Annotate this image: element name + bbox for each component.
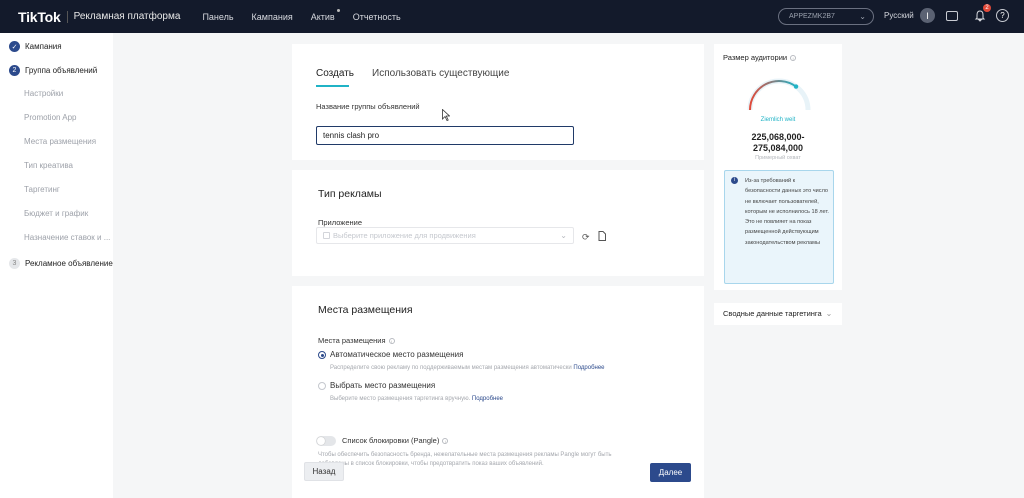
nav-dot-icon bbox=[336, 8, 340, 12]
nav-dashboard[interactable]: Панель bbox=[202, 12, 233, 22]
audience-info-text: Из-за требований к безопасности данных э… bbox=[745, 178, 829, 246]
audience-range: 225,068,000- 275,084,000 bbox=[714, 132, 842, 154]
mail-icon[interactable] bbox=[946, 11, 958, 21]
ad-type-title: Тип рекламы bbox=[318, 188, 382, 200]
sidebar-item-settings[interactable]: Настройки bbox=[24, 89, 63, 98]
account-id: APPEZMK2B7 bbox=[789, 13, 835, 20]
mouse-cursor-icon bbox=[442, 108, 451, 124]
step-number-icon: 2 bbox=[9, 65, 20, 76]
audience-range-max: 275,084,000 bbox=[752, 143, 804, 153]
placements-label-text: Места размещения bbox=[318, 336, 386, 345]
chevron-down-icon: ⌄ bbox=[859, 12, 866, 21]
targeting-summary-label: Сводные данные таргетинга bbox=[723, 309, 822, 318]
targeting-summary-toggle[interactable]: Сводные данные таргетинга ⌄ bbox=[714, 303, 842, 325]
document-shape bbox=[598, 231, 606, 241]
info-icon: i bbox=[731, 177, 738, 184]
info-icon[interactable]: i bbox=[790, 55, 797, 62]
sidebar-item-label: Кампания bbox=[25, 42, 62, 51]
app-placeholder-icon bbox=[323, 232, 330, 239]
auto-placement-label[interactable]: Автоматическое место размещения bbox=[330, 350, 463, 359]
app-label: Приложение bbox=[318, 218, 362, 227]
platform-name: Рекламная платформа bbox=[66, 10, 180, 23]
nav-assets[interactable]: Актив bbox=[310, 8, 340, 22]
info-icon[interactable]: i bbox=[442, 438, 449, 445]
adgroup-name-label: Название группы объявлений bbox=[316, 102, 420, 111]
manual-learn-more-link[interactable]: Подробнее bbox=[472, 396, 503, 402]
info-icon[interactable]: i bbox=[388, 338, 395, 345]
main-nav: Панель Кампания Актив Отчетность bbox=[202, 8, 418, 22]
sidebar-item-targeting[interactable]: Таргетинг bbox=[24, 185, 60, 194]
blocklist-toggle[interactable] bbox=[316, 436, 336, 446]
radio-auto-placement[interactable] bbox=[318, 351, 326, 359]
tab-use-existing[interactable]: Использовать существующие bbox=[372, 68, 509, 79]
sidebar-item-ad[interactable]: 3 Рекламное объявление bbox=[0, 258, 113, 269]
sidebar-item-creative-type[interactable]: Тип креатива bbox=[24, 161, 73, 170]
next-button[interactable]: Далее bbox=[650, 463, 691, 482]
blocklist-label-text: Список блокировки (Pangle) bbox=[342, 436, 440, 445]
app-select-placeholder: Выберите приложение для продвижения bbox=[333, 231, 476, 240]
placements-title: Места размещения bbox=[318, 304, 413, 316]
audience-info-box: i Из-за требований к безопасности данных… bbox=[724, 170, 834, 284]
help-icon[interactable]: ? bbox=[996, 9, 1009, 22]
sidebar-item-label: Рекламное объявление bbox=[25, 259, 113, 268]
blocklist-hint-line2: добавлены в список блокировки, чтобы пре… bbox=[318, 461, 544, 467]
audience-title: Размер аудитории i bbox=[723, 53, 797, 62]
audience-breadth-label: Ziemlich weit bbox=[760, 117, 796, 123]
audience-size-card: Размер аудитории i Ziemlich weit 225,068,… bbox=[714, 44, 842, 290]
step-number-icon: 3 bbox=[9, 258, 20, 269]
auto-placement-hint: Распределите свою рекламу по поддерживае… bbox=[330, 365, 605, 371]
document-icon[interactable] bbox=[598, 231, 606, 243]
sidebar-item-campaign[interactable]: ✓ Кампания bbox=[0, 41, 62, 52]
blocklist-label: Список блокировки (Pangle) i bbox=[342, 436, 449, 445]
sidebar-item-budget[interactable]: Бюджет и график bbox=[24, 209, 88, 218]
blocklist-hint-line1: Чтобы обеспечить безопасность бренда, не… bbox=[318, 452, 612, 458]
audience-note: Примерный охват bbox=[755, 155, 801, 161]
nav-reporting[interactable]: Отчетность bbox=[353, 12, 401, 22]
adgroup-name-card: Создать Использовать существующие Назван… bbox=[292, 44, 704, 160]
refresh-icon[interactable]: ⟳ bbox=[582, 232, 590, 243]
auto-learn-more-link[interactable]: Подробнее bbox=[573, 365, 604, 371]
back-button[interactable]: Назад bbox=[304, 462, 344, 481]
bell-icon[interactable]: 2 bbox=[972, 4, 991, 23]
nav-campaign[interactable]: Кампания bbox=[252, 12, 293, 22]
chevron-down-icon: ⌄ bbox=[825, 309, 833, 318]
notification-badge: 2 bbox=[983, 4, 991, 12]
sidebar-item-placements[interactable]: Места размещения bbox=[24, 137, 96, 146]
account-selector[interactable]: APPEZMK2B7 ⌄ bbox=[778, 8, 874, 25]
audience-range-min: 225,068,000- bbox=[751, 132, 805, 142]
active-tab-indicator bbox=[316, 85, 349, 87]
audience-title-text: Размер аудитории bbox=[723, 53, 788, 62]
tab-create[interactable]: Создать bbox=[316, 68, 354, 79]
sidebar-item-adgroup[interactable]: 2 Группа объявлений bbox=[0, 65, 97, 76]
bell-shape bbox=[974, 9, 985, 22]
sidebar-item-bidding[interactable]: Назначение ставок и ... bbox=[24, 233, 110, 242]
chevron-down-icon: ⌄ bbox=[560, 231, 567, 240]
tiktok-logo[interactable]: TikTok bbox=[18, 9, 61, 25]
ad-type-card: Тип рекламы Приложение Выберите приложен… bbox=[292, 170, 704, 276]
top-nav-bar: TikTok Рекламная платформа Панель Кампан… bbox=[0, 0, 1024, 33]
manual-placement-hint: Выберите место размещения таргетинга вру… bbox=[330, 396, 503, 402]
create-tabs: Создать Использовать существующие bbox=[316, 68, 527, 79]
audience-gauge bbox=[747, 78, 811, 111]
placements-card: Места размещения Места размещения i Автом… bbox=[292, 286, 704, 498]
nav-assets-label: Актив bbox=[310, 11, 335, 22]
radio-manual-placement[interactable] bbox=[318, 382, 326, 390]
language-selector[interactable]: Русский bbox=[884, 11, 914, 20]
check-icon: ✓ bbox=[9, 41, 20, 52]
cursor-shape bbox=[442, 108, 451, 122]
manual-placement-hint-text: Выберите место размещения таргетинга вру… bbox=[330, 396, 471, 402]
manual-placement-label[interactable]: Выбрать место размещения bbox=[330, 381, 435, 390]
auto-placement-hint-text: Распределите свою рекламу по поддерживае… bbox=[330, 365, 572, 371]
placements-label: Места размещения i bbox=[318, 336, 395, 345]
adgroup-name-input[interactable]: tennis clash pro bbox=[316, 126, 574, 145]
app-select[interactable]: Выберите приложение для продвижения ⌄ bbox=[316, 227, 574, 244]
sidebar-item-label: Группа объявлений bbox=[25, 66, 98, 75]
avatar[interactable]: I bbox=[920, 8, 935, 23]
sidebar: ✓ Кампания 2 Группа объявлений Настройки… bbox=[0, 33, 113, 498]
sidebar-item-promotion-app[interactable]: Promotion App bbox=[24, 113, 76, 122]
